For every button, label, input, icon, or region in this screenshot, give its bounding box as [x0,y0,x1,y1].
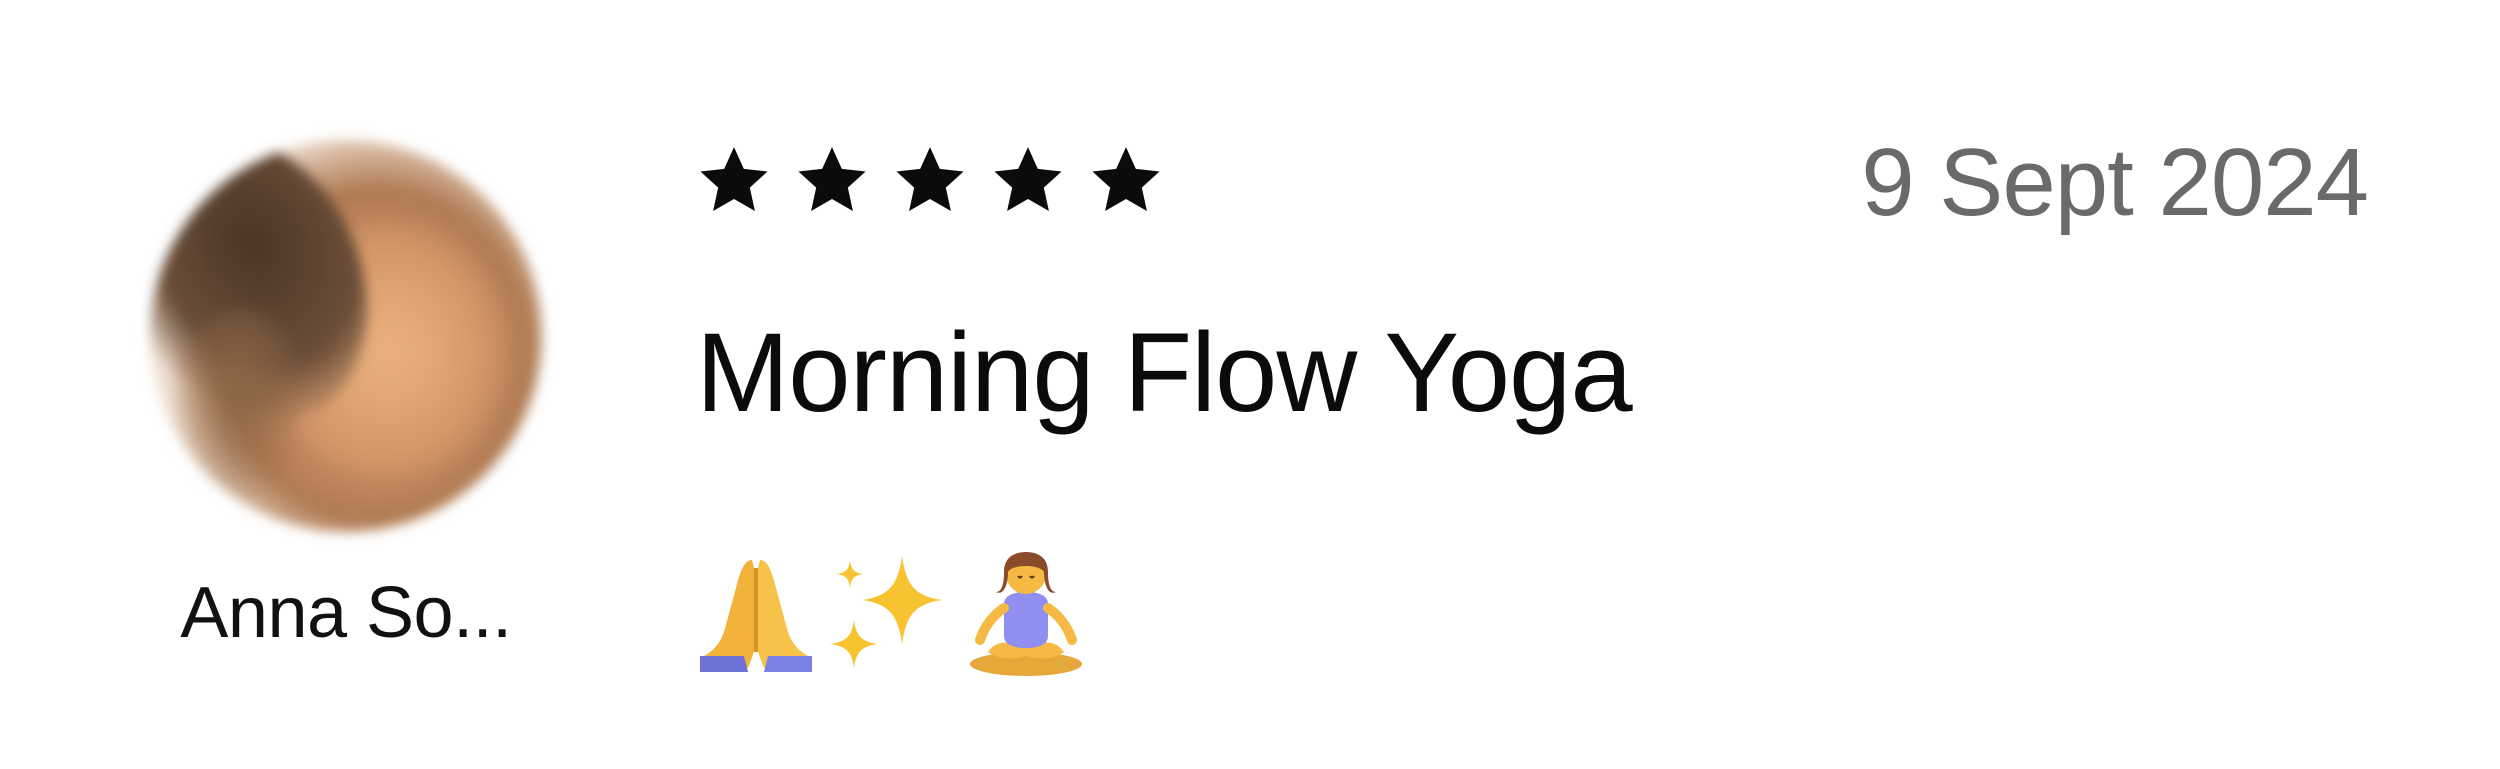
person-in-lotus-position-icon [970,552,1082,676]
review-card: Anna So... 9 Sept 2024 Morning Flow Yoga [0,0,2500,769]
reviewer-name: Anna So... [180,573,512,653]
star-rating [696,142,1164,222]
star-icon [700,147,768,212]
review-title: Morning Flow Yoga [696,310,1633,435]
star-icon [1092,147,1160,212]
review-body [696,540,1092,680]
avatar[interactable] [150,140,542,532]
folded-hands-icon [700,560,812,672]
star-icon [896,147,964,212]
sparkles-icon [830,556,942,668]
review-date: 9 Sept 2024 [1861,129,2369,236]
star-icon [798,147,866,212]
star-icon [994,147,1062,212]
